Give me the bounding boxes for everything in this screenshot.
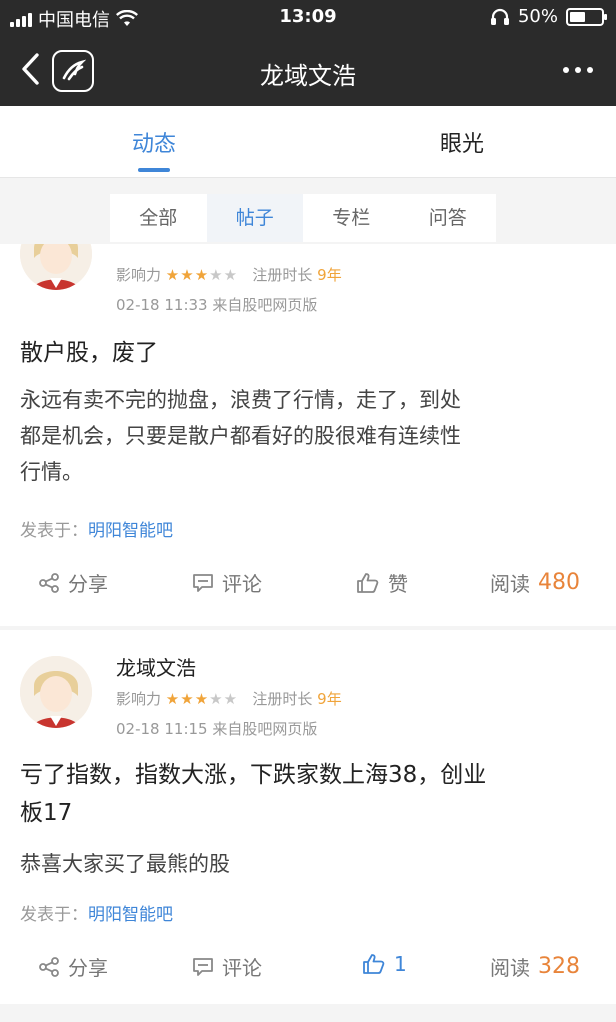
post-card[interactable]: 龙域文浩 影响力 ★★★★★ 注册时长 9年 02-18 11:15 来自股吧网… xyxy=(0,630,616,1004)
nav-bar: 龙域文浩 xyxy=(0,36,616,106)
sub-tabs: 全部 帖子 专栏 问答 xyxy=(110,194,496,242)
post-actions: 分享 评论 赞 阅读 480 xyxy=(0,568,616,608)
avatar[interactable] xyxy=(20,244,92,290)
registration-years: 9年 xyxy=(317,266,342,284)
post-card[interactable]: 影响力 ★★★★★ 注册时长 9年 02-18 11:33 来自股吧网页版 散户… xyxy=(0,244,616,626)
headphones-icon xyxy=(490,8,509,25)
user-stats: 影响力 ★★★★★ 注册时长 9年 xyxy=(116,688,342,709)
post-time: 02-18 11:15 xyxy=(116,720,208,738)
subtab-qa[interactable]: 问答 xyxy=(400,194,497,242)
post-body: 恭喜大家买了最熊的股 xyxy=(20,846,608,882)
read-label: 阅读 xyxy=(490,572,530,596)
read-count: 阅读 480 xyxy=(490,568,580,597)
posted-in-forum-link[interactable]: 明阳智能吧 xyxy=(88,905,173,925)
post-body-line: 永远有卖不完的抛盘，浪费了行情，走了，到处 xyxy=(20,388,461,412)
tab-label: 动态 xyxy=(131,132,176,157)
posted-in-label: 发表于： xyxy=(20,521,88,541)
read-count: 阅读 328 xyxy=(490,952,580,981)
username[interactable]: 龙域文浩 xyxy=(116,652,196,681)
page-title: 龙域文浩 xyxy=(260,62,356,90)
star-icon: ★ xyxy=(209,266,224,284)
registration-years: 9年 xyxy=(317,690,342,708)
post-body-line: 行情。 xyxy=(20,460,83,484)
influence-stars: ★★★★★ xyxy=(166,690,238,708)
share-button[interactable]: 分享 xyxy=(38,952,108,981)
post-source: 来自股吧网页版 xyxy=(212,720,318,738)
registration-label: 注册时长 xyxy=(252,690,313,708)
influence-stars: ★★★★★ xyxy=(166,266,238,284)
star-icon: ★ xyxy=(180,690,195,708)
post-title-line: 板17 xyxy=(20,800,73,826)
share-icon xyxy=(39,956,59,977)
like-count: 1 xyxy=(394,952,407,976)
post-body-line: 恭喜大家买了最熊的股 xyxy=(20,852,230,876)
post-actions: 分享 评论 1 阅读 328 xyxy=(0,952,616,992)
like-button[interactable]: 1 xyxy=(362,952,407,976)
star-icon: ★ xyxy=(209,690,224,708)
post-title-line: 亏了指数，指数大涨，下跌家数上海38，创业 xyxy=(20,762,487,788)
user-stats: 影响力 ★★★★★ 注册时长 9年 xyxy=(116,264,342,285)
more-icon xyxy=(563,67,593,73)
battery-icon xyxy=(566,7,607,26)
post-body: 永远有卖不完的抛盘，浪费了行情，走了，到处 都是机会，只要是散户都看好的股很难有… xyxy=(20,382,608,490)
post-meta: 02-18 11:15 来自股吧网页版 xyxy=(116,718,317,739)
post-source: 来自股吧网页版 xyxy=(212,296,318,314)
star-icon: ★ xyxy=(223,266,239,284)
thumbs-up-icon xyxy=(363,954,385,974)
posted-in-label: 发表于： xyxy=(20,905,88,925)
star-icon: ★ xyxy=(165,690,181,708)
influence-label: 影响力 xyxy=(116,266,162,284)
post-time: 02-18 11:33 xyxy=(116,296,208,314)
subtab-all[interactable]: 全部 xyxy=(110,194,207,242)
star-icon: ★ xyxy=(165,266,181,284)
influence-label: 影响力 xyxy=(116,690,162,708)
more-button[interactable] xyxy=(562,52,594,82)
like-label: 赞 xyxy=(388,572,408,596)
post-meta: 02-18 11:33 来自股吧网页版 xyxy=(116,294,317,315)
share-label: 分享 xyxy=(68,956,108,980)
comment-label: 评论 xyxy=(222,572,262,596)
star-icon: ★ xyxy=(194,690,210,708)
star-icon: ★ xyxy=(194,266,210,284)
posted-in-forum-link[interactable]: 明阳智能吧 xyxy=(88,521,173,541)
post-title: 亏了指数，指数大涨，下跌家数上海38，创业 板17 xyxy=(20,756,600,832)
posted-in: 发表于：明阳智能吧 xyxy=(20,516,173,541)
comment-button[interactable]: 评论 xyxy=(192,568,262,597)
tab-dynamics[interactable]: 动态 xyxy=(74,126,234,172)
post-title: 散户股，废了 xyxy=(20,340,158,366)
registration-label: 注册时长 xyxy=(252,266,313,284)
avatar[interactable] xyxy=(20,656,92,728)
star-icon: ★ xyxy=(223,690,239,708)
tab-label: 眼光 xyxy=(439,132,484,157)
battery-percent: 50% xyxy=(517,6,558,27)
post-body-line: 都是机会，只要是散户都看好的股很难有连续性 xyxy=(20,424,461,448)
read-label: 阅读 xyxy=(490,956,530,980)
comment-icon xyxy=(193,573,213,592)
share-label: 分享 xyxy=(68,572,108,596)
main-tabs: 动态 眼光 xyxy=(0,106,616,178)
status-bar: 中国电信 13:09 50% xyxy=(0,0,616,36)
read-count-value: 480 xyxy=(538,570,580,595)
thumbs-up-icon xyxy=(357,572,379,593)
star-icon: ★ xyxy=(180,266,195,284)
status-right: 50% xyxy=(490,6,607,27)
read-count-value: 328 xyxy=(538,954,580,979)
comment-icon xyxy=(193,957,213,976)
comment-label: 评论 xyxy=(222,956,262,980)
tab-insight[interactable]: 眼光 xyxy=(382,126,542,158)
active-tab-indicator xyxy=(138,168,170,172)
share-icon xyxy=(39,572,59,593)
subtab-columns[interactable]: 专栏 xyxy=(303,194,400,242)
share-button[interactable]: 分享 xyxy=(38,568,108,597)
comment-button[interactable]: 评论 xyxy=(192,952,262,981)
like-button[interactable]: 赞 xyxy=(356,568,408,597)
posted-in: 发表于：明阳智能吧 xyxy=(20,900,173,925)
subtab-posts[interactable]: 帖子 xyxy=(206,194,303,242)
